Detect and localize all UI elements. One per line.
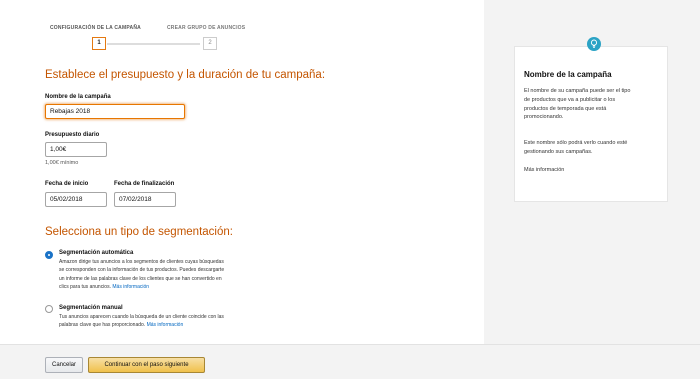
- auto-desc-line3: un informe de las palabras clave de los …: [59, 275, 222, 282]
- auto-desc-line2: se corresponden con la información de tu…: [59, 267, 225, 274]
- campaign-setup-page: CONFIGURACIÓN DE LA CAMPAÑA CREAR GRUPO …: [0, 0, 700, 379]
- help-p1-line3: productos de temporada que está: [524, 105, 607, 112]
- help-p2-line2: gestionando sus campañas.: [524, 148, 593, 155]
- help-p1-line4: promocionando.: [524, 114, 564, 121]
- auto-targeting-title: Segmentación automática: [59, 250, 134, 256]
- lightbulb-icon: [587, 37, 601, 51]
- step2-label: CREAR GRUPO DE ANUNCIOS: [167, 25, 246, 31]
- manual-targeting-radio[interactable]: [45, 305, 53, 313]
- help-p1-line2: de productos que va a publicitar o los: [524, 96, 616, 103]
- help-card-title: Nombre de la campaña: [524, 70, 612, 79]
- help-more-info-link[interactable]: Más información: [524, 166, 666, 175]
- step1-label: CONFIGURACIÓN DE LA CAMPAÑA: [50, 25, 141, 31]
- manual-targeting-description: Tus anuncios aparecen cuando la búsqueda…: [59, 313, 289, 330]
- step2-indicator: 2: [203, 37, 217, 50]
- auto-more-info-link[interactable]: Más información: [112, 284, 149, 290]
- daily-budget-hint: 1,00€ mínimo: [45, 160, 79, 166]
- help-p2-line1: Este nombre sólo podrá verlo cuando esté: [524, 140, 628, 146]
- end-date-input[interactable]: 07/02/2018: [114, 192, 176, 207]
- cancel-button[interactable]: Cancelar: [45, 357, 83, 373]
- step1-indicator: 1: [92, 37, 106, 50]
- manual-more-info-link[interactable]: Más información: [147, 322, 184, 328]
- manual-desc-line2: palabras clave que has proporcionado. Má…: [59, 321, 289, 329]
- campaign-name-input[interactable]: Rebajas 2018: [45, 104, 185, 119]
- start-date-label: Fecha de inicio: [45, 181, 89, 187]
- help-card-paragraph-1: El nombre de su campaña puede ser el tip…: [524, 87, 666, 122]
- auto-desc-line4: clics para tus anuncios. Más información: [59, 283, 289, 291]
- stepper-line: [107, 43, 200, 45]
- manual-desc-line2-text: palabras clave que has proporcionado.: [59, 322, 146, 329]
- campaign-name-label: Nombre de la campaña: [45, 94, 111, 100]
- auto-desc-line1: Amazon dirige tus anuncios a los segment…: [59, 259, 224, 265]
- auto-targeting-description: Amazon dirige tus anuncios a los segment…: [59, 258, 289, 291]
- manual-targeting-title: Segmentación manual: [59, 305, 123, 311]
- auto-targeting-radio[interactable]: [45, 251, 53, 259]
- start-date-input[interactable]: 05/02/2018: [45, 192, 107, 207]
- help-p1-line1: El nombre de su campaña puede ser el tip…: [524, 88, 631, 94]
- daily-budget-label: Presupuesto diario: [45, 132, 100, 138]
- targeting-heading: Selecciona un tipo de segmentación:: [45, 226, 233, 238]
- manual-desc-line1: Tus anuncios aparecen cuando la búsqueda…: [59, 314, 224, 320]
- main-panel: [0, 0, 484, 344]
- continue-button[interactable]: Continuar con el paso siguiente: [88, 357, 205, 373]
- end-date-label: Fecha de finalización: [114, 181, 175, 187]
- help-card-paragraph-2: Este nombre sólo podrá verlo cuando esté…: [524, 139, 666, 157]
- budget-duration-heading: Establece el presupuesto y la duración d…: [45, 69, 326, 81]
- auto-desc-line4-text: clics para tus anuncios.: [59, 283, 111, 290]
- daily-budget-input[interactable]: 1,00€: [45, 142, 107, 157]
